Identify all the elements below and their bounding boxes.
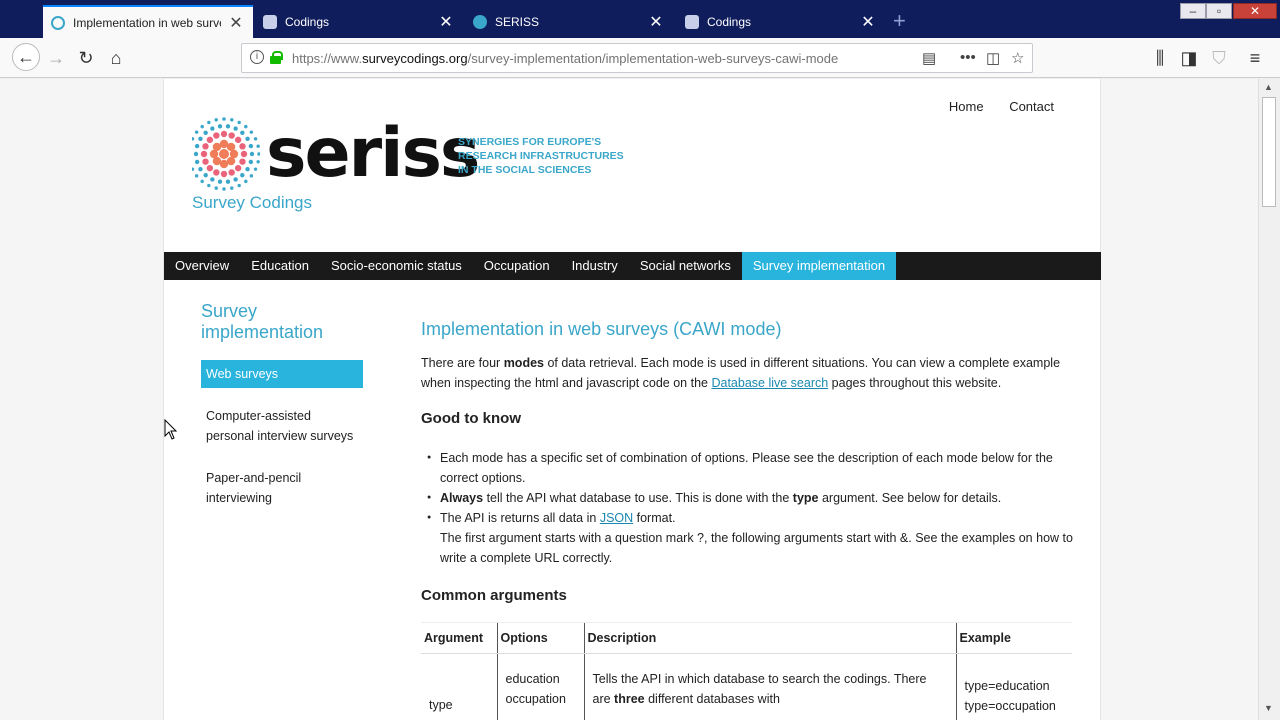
json-link[interactable]: JSON xyxy=(600,511,633,525)
sidebar-item-papi[interactable]: Paper-and-pencil interviewing xyxy=(201,464,363,512)
url-text[interactable]: https://www.surveycodings.org/survey-imp… xyxy=(292,51,838,66)
shield-favicon-icon xyxy=(263,15,277,29)
common-arguments-heading: Common arguments xyxy=(421,587,567,604)
tab-title: SERISS xyxy=(495,15,540,29)
logo-wordmark: seriss xyxy=(266,114,480,193)
tab-title: Codings xyxy=(285,15,330,29)
new-tab-button[interactable]: + xyxy=(893,10,906,32)
tab-seriss[interactable]: SERISS ✕ xyxy=(465,6,673,38)
close-icon[interactable]: ✕ xyxy=(859,12,877,32)
menu-item-industry[interactable]: Industry xyxy=(561,252,629,280)
list-item: Each mode has a specific set of combinat… xyxy=(427,448,1076,488)
maximize-icon[interactable]: ▫ xyxy=(1206,3,1232,19)
table-header: Example xyxy=(955,622,1072,654)
table-header: Options xyxy=(496,622,584,654)
home-link[interactable]: Home xyxy=(949,99,984,114)
sidebar-title: Survey implementation xyxy=(201,301,324,342)
page-viewport: Home Contact seriss Synergies for Europe… xyxy=(0,79,1258,720)
tab-title: Codings xyxy=(707,15,752,29)
hamburger-menu-icon[interactable]: ≡ xyxy=(1243,46,1267,70)
menu-item-education[interactable]: Education xyxy=(240,252,320,280)
intro-paragraph: There are four modes of data retrieval. … xyxy=(421,356,1061,390)
back-arrow-icon[interactable]: ← xyxy=(12,43,40,71)
page-container: Home Contact seriss Synergies for Europe… xyxy=(163,79,1101,720)
bookmark-star-icon[interactable]: ☆ xyxy=(1011,49,1024,67)
info-icon[interactable]: i xyxy=(250,50,264,64)
table-header: Argument xyxy=(421,622,497,654)
table-header: Description xyxy=(583,622,956,654)
reader-view-icon[interactable]: ▤ xyxy=(922,49,936,67)
reload-icon[interactable]: ↻ xyxy=(74,46,98,70)
window-close-icon[interactable]: ✕ xyxy=(1233,3,1277,19)
description-cell: Tells the API in which database to searc… xyxy=(583,653,956,720)
scrollbar-thumb[interactable] xyxy=(1262,97,1276,207)
tab-implementation[interactable]: Implementation in web surveys (CAWI mode… xyxy=(43,5,253,38)
close-icon[interactable]: ✕ xyxy=(227,13,245,33)
shield-icon[interactable]: ⛉ xyxy=(1207,46,1231,70)
pocket-icon[interactable]: ◫ xyxy=(986,49,1000,67)
seriss-dots-logo-icon xyxy=(192,117,260,191)
sidebar: Survey implementation Web surveys Comput… xyxy=(201,301,363,512)
good-to-know-list: Each mode has a specific set of combinat… xyxy=(427,448,1076,568)
menu-item-occupation[interactable]: Occupation xyxy=(473,252,561,280)
mouse-cursor-icon xyxy=(164,419,178,440)
logo-subtitle: Survey Codings xyxy=(192,193,313,212)
minimize-icon[interactable]: – xyxy=(1180,3,1206,19)
shield-favicon-icon xyxy=(685,15,699,29)
tab-codings-2[interactable]: Codings ✕ xyxy=(677,6,885,38)
top-links: Home Contact xyxy=(927,99,1054,114)
table-row: type education occupation Tells the API i… xyxy=(421,653,1072,720)
close-icon[interactable]: ✕ xyxy=(437,12,455,32)
scroll-up-icon[interactable]: ▲ xyxy=(1264,82,1273,92)
good-to-know-heading: Good to know xyxy=(421,410,521,427)
tab-title: Implementation in web surveys (CAWI mode… xyxy=(73,15,221,30)
seriss-favicon-icon xyxy=(51,15,65,30)
example-cell: type=education type=occupation xyxy=(955,653,1072,720)
argument-cell: type xyxy=(429,698,453,712)
forward-arrow-icon[interactable]: → xyxy=(44,46,68,70)
main-content: Implementation in web surveys (CAWI mode… xyxy=(421,319,1076,720)
arguments-table: Argument Options Description Example typ… xyxy=(421,622,1072,720)
list-item: The API is returns all data in JSON form… xyxy=(427,508,1076,568)
sidebar-item-web-surveys[interactable]: Web surveys xyxy=(201,360,363,388)
navigation-toolbar: ← → ↻ ⌂ i https://www.surveycodings.org/… xyxy=(0,38,1280,78)
address-bar[interactable]: i https://www.surveycodings.org/survey-i… xyxy=(241,43,1033,73)
page-title: Implementation in web surveys (CAWI mode… xyxy=(421,319,782,339)
menu-item-socio-economic-status[interactable]: Socio-economic status xyxy=(320,252,473,280)
contact-link[interactable]: Contact xyxy=(1009,99,1054,114)
menu-item-survey-implementation[interactable]: Survey implementation xyxy=(741,252,897,280)
tab-codings-1[interactable]: Codings ✕ xyxy=(255,6,463,38)
home-icon[interactable]: ⌂ xyxy=(104,46,128,70)
database-live-search-link[interactable]: Database live search xyxy=(711,376,828,390)
logo-tagline: Synergies for Europe's Research Infrastr… xyxy=(458,136,624,176)
sidebar-toggle-icon[interactable]: ◨ xyxy=(1177,46,1201,70)
browser-titlebar: Implementation in web surveys (CAWI mode… xyxy=(0,0,1280,38)
lock-icon xyxy=(270,51,283,64)
options-cell: education occupation xyxy=(496,653,584,720)
list-item: Always tell the API what database to use… xyxy=(427,488,1076,508)
close-icon[interactable]: ✕ xyxy=(647,12,665,32)
seriss-favicon-icon xyxy=(473,15,487,29)
library-icon[interactable]: ⫼ xyxy=(1148,46,1172,70)
sidebar-item-capi[interactable]: Computer-assisted personal interview sur… xyxy=(201,402,363,450)
main-menu: Overview Education Socio-economic status Oc… xyxy=(164,252,1101,280)
menu-item-overview[interactable]: Overview xyxy=(164,252,240,280)
scroll-down-icon[interactable]: ▼ xyxy=(1264,703,1273,713)
vertical-scrollbar[interactable]: ▲ ▼ xyxy=(1258,79,1280,720)
menu-item-social-networks[interactable]: Social networks xyxy=(629,252,742,280)
more-actions-icon[interactable]: ••• xyxy=(960,49,976,66)
